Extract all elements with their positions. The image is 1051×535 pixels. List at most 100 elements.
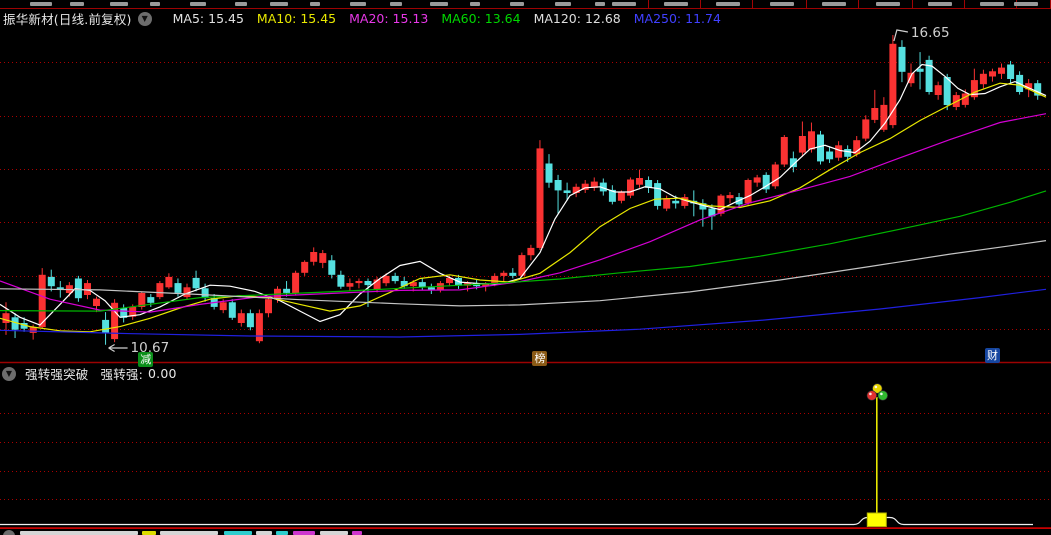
candle-up [636,178,643,185]
toolbar-fragment [470,2,480,6]
candle-down [328,260,336,275]
ma-label-0: MA5: 15.45 [172,11,244,26]
candle-down [817,134,824,162]
candle-up [989,71,996,77]
candle-down [283,288,291,293]
toolbar-fragment [430,2,448,6]
candle-up [265,299,272,314]
candle-up [527,247,535,256]
candle-up [998,67,1005,74]
toolbar-fragment [770,2,794,6]
toolbar-fragment [350,2,366,6]
candle-up [717,195,725,214]
bottom-panel-text-fragment [293,531,315,535]
candle-down [509,272,517,276]
bottom-panel-text-fragment [256,531,272,535]
candle-down [554,180,562,191]
event-badge-list[interactable]: 榜 [532,351,548,366]
indicator-value: 0.00 [148,366,177,381]
ma-label-2: MA20: 15.13 [349,11,429,26]
candle-down [1007,64,1015,79]
toolbar-fragment [110,2,128,6]
candle-down [102,319,110,333]
candle-up [835,145,843,158]
bottom-panel-text-fragment [142,531,156,535]
toolbar-fragment [555,2,571,6]
signal-ball-highlight [874,385,878,389]
signal-ball-highlight [880,392,883,396]
main-chart-header: 振华新材(日线.前复权) ▼ MA5: 15.45 MA10: 15.45 MA20… [0,9,721,28]
bottom-panel-cutoff-strip [0,529,1051,535]
candle-up [355,281,363,284]
candle-up [219,302,227,311]
toolbar-fragment [270,2,288,6]
candle-down [364,281,372,286]
candle-down [47,276,55,287]
candle-down [654,183,662,206]
low-arrow [108,343,128,353]
candle-down [246,313,254,328]
toolbar-cutoff-strip [0,0,1051,9]
toolbar-fragment [190,2,206,6]
stock-title: 振华新材(日线.前复权) [3,12,132,27]
ma-label-3: MA60: 13.64 [441,11,521,26]
toolbar-fragment [390,2,402,6]
indicator-value-label: 强转强: [100,367,144,382]
toolbar-fragment [716,2,740,6]
candle-up [780,137,788,165]
bottom-panel-text-fragment [224,531,252,535]
toolbar-fragment [980,2,1004,6]
toolbar-fragment [876,2,900,6]
candle-up [862,119,870,139]
collapse-chevron-icon[interactable]: ▼ [137,11,152,26]
bottom-panel-text-fragment [352,531,362,535]
candle-up [156,283,164,298]
candle-up [319,253,327,263]
event-badge-finance[interactable]: 财 [984,348,1000,363]
candle-down [174,283,182,293]
bottom-panel-chevron-icon [3,530,15,535]
candle-up [808,131,815,150]
candle-up [292,272,300,293]
indicator-collapse-chevron-icon[interactable]: ▼ [2,366,16,381]
indicator-name[interactable]: 强转强突破 [25,364,89,383]
bottom-panel-text-fragment [20,531,138,535]
candle-up [346,283,354,287]
candle-up [382,275,390,284]
candle-up [84,283,91,295]
candle-down [228,302,236,318]
ma-line-MA20 [0,113,1047,313]
toolbar-fragment [70,2,84,6]
candle-up [536,148,544,248]
ma-legend: MA5: 15.45 MA10: 15.45 MA20: 15.13 MA60: 13… [160,11,721,26]
candle-up [500,272,508,276]
toolbar-fragment [30,2,52,6]
candle-up [726,195,734,199]
bottom-panel-text-fragment [160,531,218,535]
toolbar-fragment [664,2,688,6]
candle-down [192,277,200,289]
candle-up [165,276,173,288]
candle-up [663,198,671,209]
event-badge-reduce[interactable]: 减 [138,352,154,367]
candle-up [93,298,100,306]
ma-label-5: MA250: 11.74 [633,11,721,26]
candle-down [826,151,834,160]
toolbar-fragment [822,2,846,6]
candle-down [898,46,906,72]
candle-down [844,149,852,157]
app-window: 振华新材(日线.前复权) ▼ MA5: 15.45 MA10: 15.45 MA20… [0,0,1051,535]
toolbar-fragment [928,2,952,6]
high-arrow [893,29,909,42]
toolbar-fragment [510,2,524,6]
ma-label-4: MA120: 12.68 [533,11,621,26]
candle-up [310,252,318,262]
candle-up [237,313,245,323]
candle-up [934,85,942,95]
candlestick-chart[interactable] [0,0,1051,535]
candle-down [672,200,680,204]
candle-up [2,313,10,323]
candle-down [201,288,209,299]
candle-down [337,274,345,287]
candle-up [627,179,634,196]
